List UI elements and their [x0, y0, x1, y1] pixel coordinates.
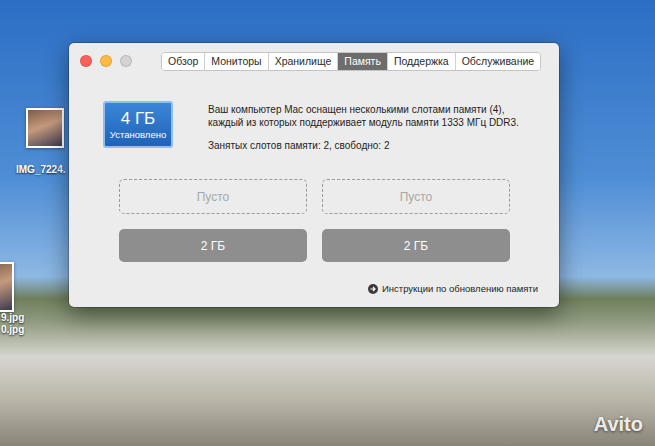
window-button[interactable] [80, 55, 92, 67]
icon-label: IMG_7224. [16, 164, 65, 176]
desktop-icon[interactable]: IMG_7224. [26, 108, 65, 176]
tab[interactable]: Мониторы [204, 53, 267, 70]
upgrade-link[interactable]: Инструкции по обновлению памяти [103, 283, 538, 297]
memory-slot: Пусто [119, 179, 307, 214]
window-button[interactable] [120, 55, 132, 67]
tab[interactable]: Хранилище [268, 53, 338, 70]
watermark: Avito [594, 413, 643, 436]
memory-pane: 4 ГБУстановлено Ваш компьютер Mac оснащен… [69, 71, 559, 307]
memory-amount: 4 ГБ [121, 109, 156, 129]
memory-slot: Пусто [322, 179, 510, 214]
desktop: IMG_7224. 9.jpg0.jpg Avito ОбзорМониторыХра… [0, 0, 655, 446]
tab[interactable]: Обзор [162, 53, 204, 70]
summary-row: 4 ГБУстановлено Ваш компьютер Mac оснащен… [103, 101, 538, 152]
icon-label: 9.jpg [1, 312, 24, 324]
desktop-icon[interactable]: 9.jpg [1, 312, 24, 324]
icon-label: 0.jpg [1, 324, 24, 336]
description: Ваш компьютер Mac оснащен несколькими сл… [208, 103, 538, 129]
window-button[interactable] [100, 55, 112, 67]
arrow-circle-icon [368, 284, 378, 294]
memory-slot: 2 ГБ [322, 229, 510, 262]
file-thumbnail [26, 108, 64, 148]
about-window: ОбзорМониторыХранилищеПамятьПоддержкаОбс… [69, 43, 559, 307]
tab[interactable]: Поддержка [387, 53, 455, 70]
toolbar: ОбзорМониторыХранилищеПамятьПоддержкаОбс… [69, 43, 559, 71]
info: Ваш компьютер Mac оснащен несколькими сл… [208, 101, 538, 152]
occupancy: Занятых слотов памяти: 2, свободно: 2 [208, 139, 538, 152]
file-thumbnail[interactable] [0, 262, 14, 312]
memory-summary: 4 ГБУстановлено [103, 101, 173, 148]
memory-slot: 2 ГБ [119, 229, 307, 262]
traffic-lights [80, 55, 132, 67]
memory-caption: Установлено [110, 129, 166, 141]
link-text[interactable]: Инструкции по обновлению памяти [382, 283, 538, 294]
slot-grid: Пусто Пусто 2 ГБ 2 ГБ [119, 179, 538, 262]
desktop-icon[interactable]: 0.jpg [1, 324, 24, 336]
tab-bar: ОбзорМониторыХранилищеПамятьПоддержкаОбс… [161, 52, 541, 71]
tab[interactable]: Обслуживание [455, 53, 541, 70]
tab[interactable]: Память [337, 53, 387, 70]
